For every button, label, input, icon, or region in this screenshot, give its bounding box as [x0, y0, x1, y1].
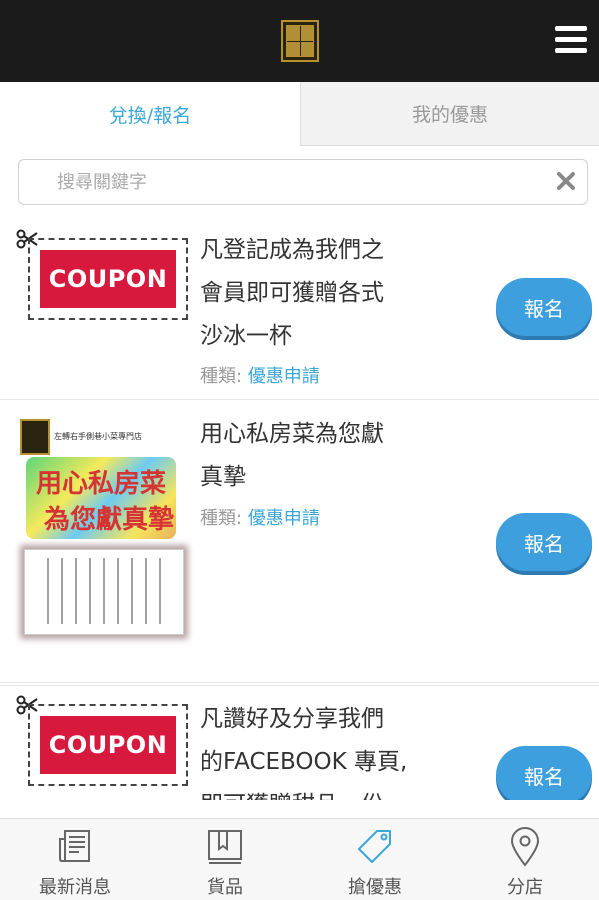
nav-label: 搶優惠 [348, 877, 402, 898]
nav-label: 貨品 [207, 877, 243, 898]
coupon-title-line: 會員即可獲贈各式 [200, 280, 384, 306]
clear-icon[interactable] [555, 170, 577, 192]
category-label: 種類: [200, 366, 243, 387]
promo-calligraphy: 用心私房菜 為您獻真摯 [26, 457, 176, 539]
tab-bar: 兌換/報名 我的優惠 [0, 82, 599, 146]
coupon-label: COUPON [40, 716, 176, 774]
nav-branches[interactable]: 分店 [450, 819, 599, 900]
coupon-meta: 種類: 優惠申請 [200, 504, 320, 530]
search-box [18, 159, 588, 205]
coupon-label: COUPON [40, 250, 176, 308]
logo-mark [286, 25, 314, 57]
signup-button[interactable]: 報名 [496, 513, 592, 571]
bottom-nav: 最新消息 貨品 搶優惠 分店 [0, 818, 599, 900]
coupon-item: 左轉右手側巷小菜專門店 用心私房菜 為您獻真摯 用心私房菜為您獻 真摯 種類: … [0, 401, 599, 683]
coupon-title-line: 用心私房菜為您獻 [200, 421, 384, 447]
nav-label: 最新消息 [39, 877, 111, 898]
promo-image: 左轉右手側巷小菜專門店 用心私房菜 為您獻真摯 [16, 417, 188, 665]
coupon-item: COUPON 凡讚好及分享我們 的FACEBOOK 專頁, 即可獲贈甜品一份 報… [0, 685, 599, 800]
search-input[interactable] [19, 160, 539, 204]
coupon-title: 用心私房菜為您獻 真摯 [200, 413, 460, 499]
book-icon [208, 830, 242, 864]
tag-icon [358, 830, 391, 863]
coupon-thumbnail: COUPON [16, 228, 192, 328]
map-pin-icon [510, 827, 540, 867]
nav-news[interactable]: 最新消息 [0, 819, 150, 900]
promo-caption: 左轉右手側巷小菜專門店 [54, 432, 142, 441]
category-label: 種類: [200, 508, 243, 529]
coupon-title: 凡讚好及分享我們 的FACEBOOK 專頁, 即可獲贈甜品一份 [200, 698, 460, 800]
store-logo[interactable] [281, 20, 319, 62]
coupon-title-line: 沙冰一杯 [200, 323, 292, 349]
coupon-title-line: 的FACEBOOK 專頁, [200, 749, 408, 775]
hamburger-icon[interactable] [555, 26, 587, 56]
coupon-title-line: 真摯 [200, 464, 246, 490]
coupon-title-line: 凡登記成為我們之 [200, 237, 384, 263]
coupon-frame: COUPON [28, 238, 188, 320]
signup-button[interactable]: 報名 [496, 746, 592, 800]
signup-button[interactable]: 報名 [496, 278, 592, 336]
calligraphy-line: 用心私房菜 [36, 469, 167, 499]
coupon-list: COUPON 凡登記成為我們之 會員即可獲贈各式 沙冰一杯 種類: 優惠申請 報… [0, 220, 599, 800]
newspaper-icon [59, 830, 90, 862]
nav-products[interactable]: 貨品 [150, 819, 300, 900]
coupon-title: 凡登記成為我們之 會員即可獲贈各式 沙冰一杯 [200, 229, 460, 358]
coupon-title-line: 凡讚好及分享我們 [200, 706, 384, 732]
promo-menu-card [24, 549, 184, 635]
tab-redeem-signup[interactable]: 兌換/報名 [0, 82, 300, 146]
coupon-frame: COUPON [28, 704, 188, 786]
nav-label: 分店 [507, 877, 543, 898]
coupon-item: COUPON 凡登記成為我們之 會員即可獲贈各式 沙冰一杯 種類: 優惠申請 報… [0, 220, 599, 400]
coupon-meta: 種類: 優惠申請 [200, 362, 320, 388]
promo-logo [20, 419, 50, 455]
coupon-title-line: 即可獲贈甜品一份 [200, 784, 460, 800]
category-link[interactable]: 優惠申請 [248, 508, 320, 529]
tab-my-offers[interactable]: 我的優惠 [300, 82, 599, 146]
calligraphy-line: 為您獻真摯 [44, 505, 175, 535]
top-bar [0, 0, 599, 82]
nav-offers[interactable]: 搶優惠 [300, 819, 450, 900]
category-link[interactable]: 優惠申請 [248, 366, 320, 387]
coupon-thumbnail: COUPON [16, 694, 192, 794]
